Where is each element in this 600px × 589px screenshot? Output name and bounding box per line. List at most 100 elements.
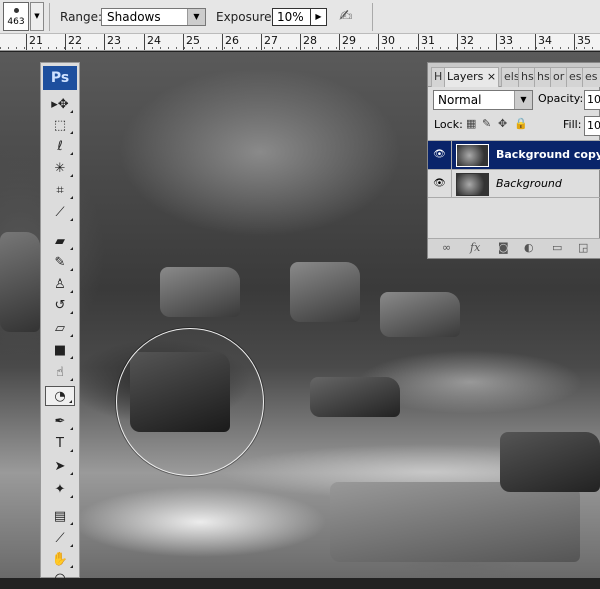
range-select[interactable]: Shadows ▼ (101, 8, 206, 26)
magic-wand-icon: ✳ (54, 161, 66, 176)
layer-name: Background copy (496, 148, 600, 161)
healing-brush-tool[interactable]: ▰ (45, 232, 75, 252)
blend-mode-value: Normal (438, 93, 482, 107)
tab-color[interactable]: or (550, 67, 568, 87)
custom-shape-icon: ✦ (54, 482, 66, 497)
marquee-tool[interactable]: ⬚ (45, 116, 75, 136)
eraser-tool[interactable]: ▱ (45, 319, 75, 339)
magic-wand-tool[interactable]: ✳ (45, 159, 75, 179)
notes-icon: ▤ (53, 509, 67, 524)
ruler-tick: 21 (26, 34, 43, 50)
rock (160, 267, 240, 317)
layer-style-icon[interactable]: fx (470, 241, 480, 254)
airbrush-icon[interactable]: ✍ (339, 6, 352, 25)
ruler-tick: 22 (65, 34, 82, 50)
path-selection-tool[interactable]: ➤ (45, 457, 75, 477)
eraser-icon: ▱ (55, 321, 65, 336)
ruler-tick: 34 (535, 34, 552, 50)
exposure-value: 10% (277, 10, 304, 24)
close-icon[interactable]: × (487, 70, 496, 83)
marquee-icon: ⬚ (53, 118, 67, 133)
lasso-icon: ℓ (57, 139, 63, 154)
slice-icon: ⟋ (55, 205, 65, 220)
divider (372, 3, 373, 31)
pen-icon: ✒ (54, 414, 66, 429)
history-brush-tool[interactable]: ↺ (45, 296, 75, 316)
ruler-tick: 29 (339, 34, 356, 50)
eye-icon[interactable]: 👁 (428, 170, 452, 198)
blur-tool[interactable]: ☝ (45, 363, 75, 383)
layer-row-background-copy[interactable]: 👁 Background copy (428, 140, 600, 169)
layer-thumbnail (456, 173, 489, 196)
move-icon: ▸✥ (51, 97, 69, 112)
toolbox: Ps ▸✥ ⬚ ℓ ✳ ⌗ ⟋ ▰ ✎ ♙ ↺ ▱ ■ ☝ ◔ ✒ T ➤ ✦ ▤ ⟋ ✋ ○ (40, 62, 80, 587)
lock-all-icon[interactable]: 🔒 (514, 117, 528, 130)
zoom-tool[interactable]: ○ (45, 569, 75, 589)
ruler-tick: 25 (183, 34, 200, 50)
opacity-field[interactable]: 100% (584, 90, 600, 110)
hand-icon: ✋ (51, 552, 69, 567)
eye-icon[interactable]: 👁 (428, 141, 452, 169)
layer-mask-icon[interactable]: ◙ (498, 241, 509, 254)
path-selection-icon: ➤ (54, 459, 66, 474)
divider (49, 3, 50, 31)
tab-styles[interactable]: es (582, 67, 600, 87)
exposure-slider-arrow[interactable]: ▶ (310, 9, 326, 25)
layers-panel: H Layers × els hs hs or es es Normal ▼ Op… (427, 62, 600, 259)
ruler-tick: 30 (378, 34, 395, 50)
tab-layers[interactable]: Layers × (444, 67, 500, 87)
rock (380, 292, 460, 337)
layer-row-background[interactable]: 👁 Background (428, 169, 600, 198)
brush-cursor-circle (116, 328, 264, 476)
horizontal-ruler: 21 22 23 24 25 26 27 28 29 30 31 32 33 3… (0, 34, 600, 51)
notes-tool[interactable]: ▤ (45, 507, 75, 527)
ruler-tick: 24 (144, 34, 161, 50)
custom-shape-tool[interactable]: ✦ (45, 480, 75, 500)
lock-position-icon[interactable]: ✥ (498, 117, 507, 130)
move-tool[interactable]: ▸✥ (45, 95, 75, 115)
history-brush-icon: ↺ (54, 298, 66, 313)
lasso-tool[interactable]: ℓ (45, 137, 75, 157)
tab-label: Layers (447, 70, 484, 83)
ruler-tick: 27 (261, 34, 278, 50)
panel-footer: ∞ fx ◙ ◐ ▭ ◲ (428, 238, 600, 258)
clone-stamp-tool[interactable]: ♙ (45, 275, 75, 295)
link-layers-icon[interactable]: ∞ (442, 241, 451, 254)
gradient-tool[interactable]: ■ (45, 341, 75, 361)
new-layer-icon[interactable]: ◲ (578, 241, 588, 254)
ruler-tick: 26 (222, 34, 239, 50)
pen-tool[interactable]: ✒ (45, 412, 75, 432)
blur-icon: ☝ (56, 365, 64, 380)
brush-preset-picker[interactable]: 463 (3, 2, 29, 31)
rock (0, 232, 40, 332)
blend-mode-select[interactable]: Normal ▼ (433, 90, 533, 110)
ruler-tick: 35 (574, 34, 591, 50)
type-tool[interactable]: T (45, 434, 75, 454)
lock-transparent-icon[interactable]: ▦ (466, 117, 476, 130)
exposure-field[interactable]: 10% ▶ (272, 8, 327, 26)
dodge-burn-tool[interactable]: ◔ (45, 386, 75, 406)
ruler-tick: 31 (418, 34, 435, 50)
ruler-tick: 33 (496, 34, 513, 50)
gradient-icon: ■ (53, 343, 67, 358)
brush-dropdown-button[interactable]: ▼ (30, 2, 44, 31)
crop-tool[interactable]: ⌗ (45, 181, 75, 201)
crop-icon: ⌗ (56, 183, 64, 198)
lock-image-icon[interactable]: ✎ (482, 117, 491, 130)
photoshop-logo[interactable]: Ps (43, 66, 77, 90)
ruler-tick: 32 (457, 34, 474, 50)
brush-tool[interactable]: ✎ (45, 253, 75, 273)
fill-field[interactable]: 100% (584, 116, 600, 136)
type-icon: T (56, 436, 64, 451)
ruler-tick: 23 (104, 34, 121, 50)
chevron-down-icon: ▼ (187, 9, 205, 25)
eyedropper-tool[interactable]: ⟋ (45, 529, 75, 549)
rock (500, 432, 600, 492)
dodge-burn-icon: ◔ (54, 389, 66, 404)
slice-tool[interactable]: ⟋ (45, 203, 75, 223)
new-group-icon[interactable]: ▭ (552, 241, 562, 254)
brush-icon: ✎ (54, 255, 66, 270)
adjustment-layer-icon[interactable]: ◐ (524, 241, 534, 254)
layer-thumbnail (456, 144, 489, 167)
hand-tool[interactable]: ✋ (45, 550, 75, 570)
